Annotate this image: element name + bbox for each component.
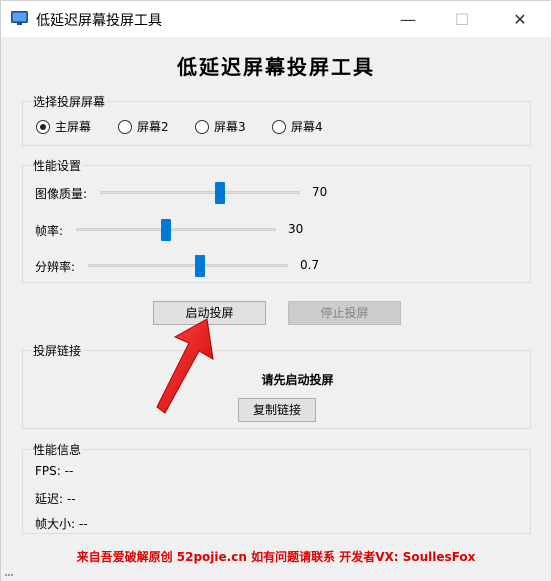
size-grip-icon[interactable] [5, 574, 13, 580]
page-title: 低延迟屏幕投屏工具 [177, 55, 375, 79]
quality-slider-thumb[interactable] [215, 182, 225, 204]
performance-group: 性能设置 图像质量: 70 帧率: 30 分辨率: 0.7 [22, 157, 531, 283]
main-window: 低延迟屏幕投屏工具 — ☐ ✕ 低延迟屏幕投屏工具 选择投屏屏幕 主屏幕 屏幕2… [0, 0, 552, 581]
radio-screen-3[interactable]: 屏幕3 [195, 118, 246, 135]
radio-unchecked-icon [195, 119, 209, 134]
latency-readout: 延迟: -- [35, 492, 76, 506]
radio-label: 屏幕4 [291, 120, 323, 134]
quality-slider[interactable] [100, 182, 300, 204]
footer-credit: 来自吾爱破解原创 52pojie.cn 如有问题请联系 开发者VX: Soull… [76, 550, 476, 564]
quality-label: 图像质量: [35, 187, 88, 201]
quality-slider-row: 图像质量: 70 [35, 182, 515, 204]
minimize-icon: — [400, 9, 416, 29]
title-bar[interactable]: 低延迟屏幕投屏工具 — ☐ ✕ [1, 1, 551, 37]
copy-link-button[interactable]: 复制链接 [238, 398, 316, 422]
framerate-slider-row: 帧率: 30 [35, 219, 515, 241]
framerate-label: 帧率: [35, 224, 64, 238]
status-bar [1, 571, 551, 581]
framerate-slider-thumb[interactable] [161, 219, 171, 241]
close-icon: ✕ [513, 9, 527, 29]
resolution-slider-thumb[interactable] [195, 255, 205, 277]
maximize-button[interactable]: ☐ [439, 1, 485, 37]
radio-label: 屏幕3 [214, 120, 246, 134]
radio-unchecked-icon [118, 119, 132, 134]
framerate-slider[interactable] [76, 219, 276, 241]
stop-cast-button[interactable]: 停止投屏 [288, 301, 401, 325]
framerate-value: 30 [288, 222, 304, 236]
link-status-text: 请先启动投屏 [261, 373, 334, 387]
performance-info-group: 性能信息 FPS: -- 延迟: -- 帧大小: -- [22, 441, 531, 534]
radio-screen-2[interactable]: 屏幕2 [118, 118, 169, 135]
resolution-slider-row: 分辨率: 0.7 [35, 255, 515, 277]
radio-main-screen[interactable]: 主屏幕 [36, 118, 91, 135]
cast-link-title: 投屏链接 [31, 342, 84, 359]
frame-size-readout: 帧大小: -- [35, 517, 88, 531]
close-button[interactable]: ✕ [497, 1, 543, 37]
radio-checked-icon [36, 119, 50, 134]
quality-value: 70 [312, 185, 328, 199]
resolution-label: 分辨率: [35, 260, 76, 274]
app-icon [11, 11, 28, 25]
radio-label: 主屏幕 [55, 120, 92, 134]
screen-select-group: 选择投屏屏幕 主屏幕 屏幕2 屏幕3 屏幕4 [22, 93, 531, 146]
performance-title: 性能设置 [31, 157, 84, 174]
window-title: 低延迟屏幕投屏工具 [36, 13, 162, 29]
maximize-icon: ☐ [454, 9, 470, 29]
resolution-value: 0.7 [300, 258, 320, 272]
minimize-button[interactable]: — [385, 1, 431, 37]
red-arrow-icon [156, 318, 214, 414]
radio-screen-4[interactable]: 屏幕4 [272, 118, 323, 135]
fps-readout: FPS: -- [35, 464, 74, 478]
screen-select-title: 选择投屏屏幕 [31, 93, 108, 110]
resolution-slider[interactable] [88, 255, 288, 277]
cast-link-group: 投屏链接 请先启动投屏 复制链接 [22, 342, 531, 429]
radio-label: 屏幕2 [137, 120, 169, 134]
performance-info-title: 性能信息 [31, 441, 84, 458]
radio-unchecked-icon [272, 119, 286, 134]
